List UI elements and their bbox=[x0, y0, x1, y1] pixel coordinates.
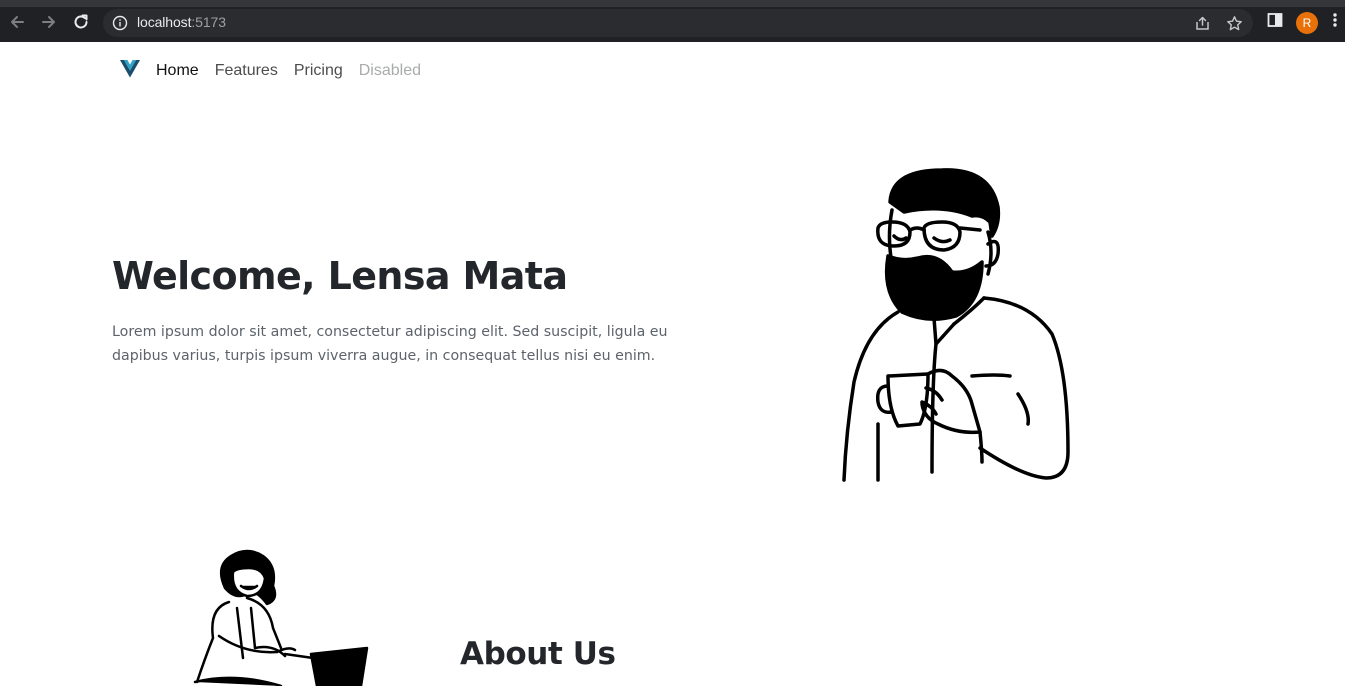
nav-link-features[interactable]: Features bbox=[215, 60, 278, 82]
tab-strip bbox=[0, 0, 1345, 7]
forward-arrow-icon[interactable] bbox=[38, 11, 60, 33]
about-title: About Us bbox=[460, 636, 616, 672]
url-host: localhost bbox=[137, 14, 192, 30]
reload-icon[interactable] bbox=[70, 11, 92, 33]
main-nav: Home Features Pricing Disabled bbox=[156, 60, 437, 82]
star-icon[interactable] bbox=[1226, 15, 1243, 36]
vue-logo[interactable] bbox=[120, 60, 140, 82]
url-text: localhost:5173 bbox=[137, 14, 226, 30]
share-icon[interactable] bbox=[1194, 15, 1211, 36]
kebab-menu-icon[interactable] bbox=[1331, 11, 1339, 33]
back-arrow-icon[interactable] bbox=[6, 11, 28, 33]
nav-link-disabled: Disabled bbox=[358, 62, 421, 79]
woman-typing-illustration bbox=[185, 548, 375, 686]
address-bar[interactable]: localhost:5173 bbox=[103, 9, 1253, 37]
profile-avatar[interactable]: R bbox=[1296, 12, 1318, 34]
nav-link-pricing[interactable]: Pricing bbox=[294, 60, 343, 82]
bearded-man-coffee-illustration bbox=[832, 162, 1082, 491]
hero-title: Welcome, Lensa Mata bbox=[112, 254, 568, 298]
url-port: :5173 bbox=[191, 14, 226, 30]
nav-link-home[interactable]: Home bbox=[156, 60, 199, 82]
info-icon[interactable] bbox=[112, 15, 128, 35]
hero-description: Lorem ipsum dolor sit amet, consectetur … bbox=[112, 324, 668, 364]
browser-toolbar: localhost:5173 R bbox=[0, 0, 1345, 42]
side-panel-icon[interactable] bbox=[1266, 11, 1284, 33]
